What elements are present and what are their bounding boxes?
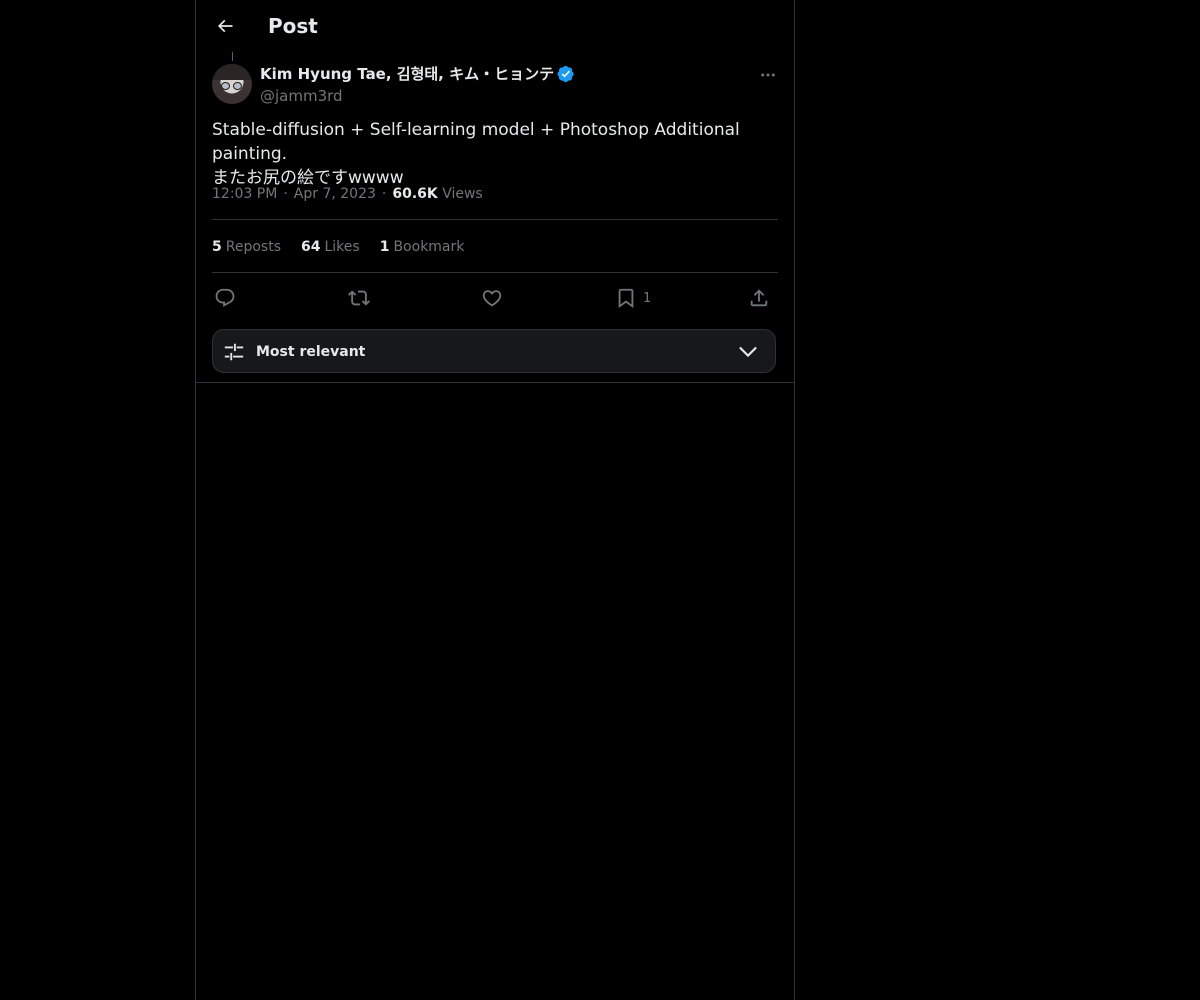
divider bbox=[212, 272, 778, 273]
share-icon bbox=[750, 289, 768, 307]
replies-sort-dropdown[interactable]: Most relevant bbox=[212, 329, 776, 373]
back-button[interactable] bbox=[208, 9, 242, 43]
bookmark-icon bbox=[618, 288, 634, 309]
page-title: Post bbox=[268, 14, 318, 38]
section-divider bbox=[196, 382, 794, 383]
post-header: Post bbox=[196, 0, 794, 53]
main-column: Post Kim Hyung Tae, 김형태, キム・ヒョンテ @jamm3r… bbox=[195, 0, 795, 1000]
like-button[interactable] bbox=[481, 284, 503, 312]
repost-icon bbox=[348, 290, 370, 306]
post-text: Stable-diffusion + Self-learning model +… bbox=[212, 120, 740, 188]
author-display-name: Kim Hyung Tae, 김형태, キム・ヒョンテ bbox=[260, 65, 555, 83]
views-label: Views bbox=[442, 186, 483, 202]
post-time[interactable]: 12:03 PM bbox=[212, 186, 277, 202]
views-count: 60.6K bbox=[392, 186, 438, 202]
author-handle[interactable]: @jamm3rd bbox=[260, 86, 343, 106]
bookmarks-stat[interactable]: 1 Bookmark bbox=[380, 237, 465, 257]
reply-button[interactable] bbox=[214, 284, 236, 312]
chevron-down-icon bbox=[739, 346, 757, 358]
reposts-stat[interactable]: 5 Reposts bbox=[212, 237, 281, 257]
sort-label: Most relevant bbox=[256, 344, 366, 360]
post-stats: 5 Reposts 64 Likes 1 Bookmark bbox=[212, 237, 464, 257]
bookmark-button[interactable]: 1 bbox=[615, 284, 651, 312]
heart-icon bbox=[482, 290, 502, 307]
action-bar: 1 bbox=[212, 284, 778, 312]
verified-badge-icon[interactable] bbox=[557, 65, 575, 83]
share-button[interactable] bbox=[748, 284, 770, 312]
post-meta: 12:03 PM · Apr 7, 2023 · 60.6K Views bbox=[212, 186, 483, 202]
bookmark-count: 1 bbox=[643, 290, 652, 306]
author-name[interactable]: Kim Hyung Tae, 김형태, キム・ヒョンテ bbox=[260, 64, 575, 84]
avatar[interactable] bbox=[212, 64, 252, 104]
arrow-left-icon bbox=[217, 19, 233, 33]
post-date[interactable]: Apr 7, 2023 bbox=[294, 186, 376, 202]
divider bbox=[212, 219, 778, 220]
more-options-button[interactable] bbox=[754, 64, 782, 86]
sliders-icon bbox=[224, 343, 244, 361]
reply-icon bbox=[215, 288, 235, 307]
more-horizontal-icon bbox=[761, 73, 775, 77]
likes-stat[interactable]: 64 Likes bbox=[301, 237, 360, 257]
thread-line bbox=[232, 52, 233, 61]
repost-button[interactable] bbox=[348, 284, 370, 312]
